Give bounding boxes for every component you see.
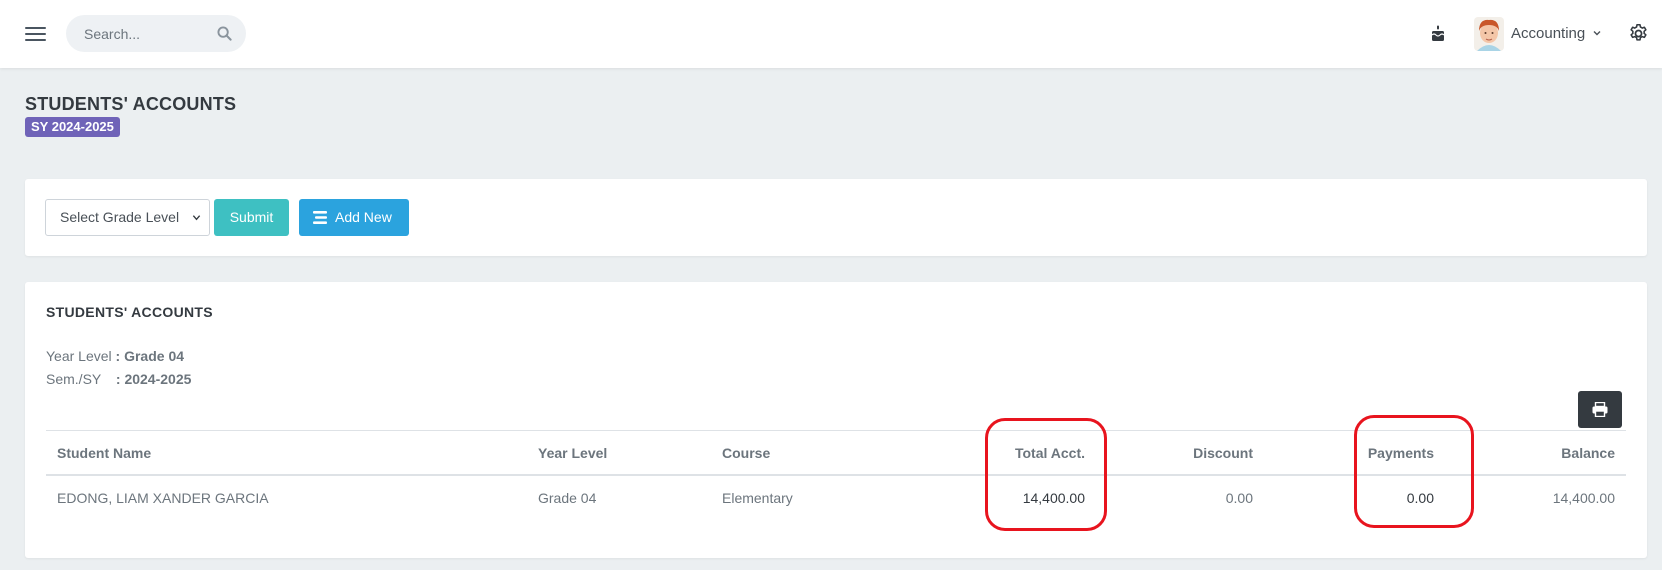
avatar[interactable]	[1474, 17, 1504, 51]
search-input[interactable]	[84, 24, 204, 44]
cell-payments: 0.00	[1406, 490, 1434, 506]
cell-student-name: EDONG, LIAM XANDER GARCIA	[57, 490, 269, 506]
grade-level-select-value: Select Grade Level	[60, 209, 180, 225]
col-payments[interactable]: Payments	[1368, 445, 1434, 461]
col-year-level[interactable]: Year Level	[538, 445, 607, 461]
menu-icon[interactable]	[25, 26, 46, 42]
list-icon	[313, 211, 327, 224]
sem-sy-label: Sem./SY	[46, 371, 102, 387]
cell-course: Elementary	[722, 490, 793, 506]
page-title: STUDENTS' ACCOUNTS	[25, 94, 237, 114]
sem-sy-value: : 2024-2025	[115, 371, 192, 387]
col-balance[interactable]: Balance	[1561, 445, 1615, 461]
col-course[interactable]: Course	[722, 445, 770, 461]
submit-button[interactable]: Submit	[214, 199, 289, 236]
school-year-badge: SY 2024-2025	[25, 117, 120, 137]
chevron-down-icon	[192, 215, 201, 221]
accounts-card: STUDENTS' ACCOUNTS Year Level : Grade 04…	[25, 282, 1647, 558]
year-level-label: Year Level	[46, 348, 112, 364]
year-level-value: : Grade 04	[115, 348, 185, 364]
add-new-button[interactable]: Add New	[299, 199, 409, 236]
topbar: Accounting	[0, 0, 1662, 68]
print-icon	[1592, 402, 1608, 417]
cell-year-level: Grade 04	[538, 490, 597, 506]
add-new-label: Add New	[335, 209, 392, 225]
user-menu-label[interactable]: Accounting	[1511, 25, 1585, 42]
print-button[interactable]	[1578, 391, 1622, 428]
card-title: STUDENTS' ACCOUNTS	[46, 304, 213, 320]
cake-icon[interactable]	[1430, 25, 1446, 42]
table-header: Student Name Year Level Course Total Acc…	[46, 430, 1626, 476]
filter-card: Select Grade Level Submit Add New	[25, 179, 1647, 256]
chevron-down-icon[interactable]	[1592, 28, 1602, 38]
year-level-info: Year Level : Grade 04	[46, 348, 184, 364]
col-discount[interactable]: Discount	[1193, 445, 1253, 461]
gear-icon[interactable]	[1628, 23, 1649, 44]
col-total-acct[interactable]: Total Acct.	[1015, 445, 1085, 461]
search-icon[interactable]	[217, 26, 232, 41]
cell-discount: 0.00	[1225, 490, 1253, 506]
search-box	[66, 15, 246, 52]
col-student-name[interactable]: Student Name	[57, 445, 151, 461]
table-row[interactable]: EDONG, LIAM XANDER GARCIA Grade 04 Eleme…	[46, 476, 1626, 522]
grade-level-select[interactable]: Select Grade Level	[45, 199, 210, 236]
cell-balance: 14,400.00	[1552, 490, 1615, 506]
cell-total-acct: 14,400.00	[1022, 490, 1085, 506]
sem-sy-info: Sem./SY : 2024-2025	[46, 371, 191, 387]
accounts-table: Student Name Year Level Course Total Acc…	[46, 430, 1626, 522]
